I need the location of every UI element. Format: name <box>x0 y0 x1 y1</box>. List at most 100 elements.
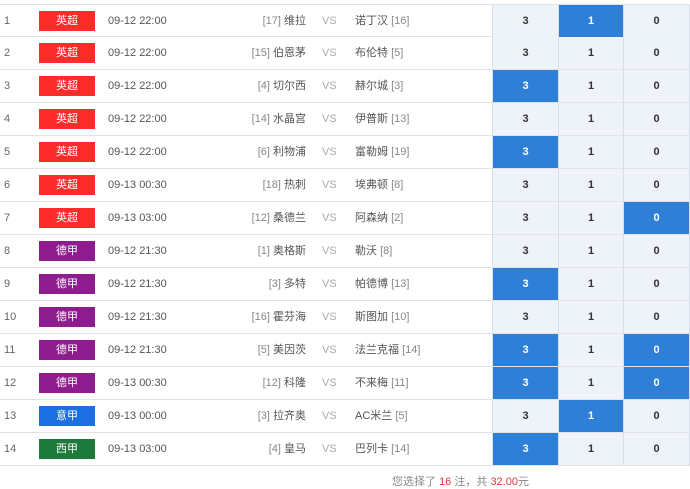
league-badge: 西甲 <box>39 439 95 459</box>
match-row: 10 德甲 09-12 21:30 [16] 霍芬海 VS 斯图加 [10] 3 1 0 <box>0 301 690 334</box>
away-rank: [14] <box>402 344 421 356</box>
match-time: 09-12 21:30 <box>108 278 167 290</box>
home-team: [3] 拉齐奥 <box>200 400 306 432</box>
league-badge: 德甲 <box>39 307 95 327</box>
home-rank: [17] <box>262 15 281 27</box>
home-rank: [12] <box>251 212 270 224</box>
option-0-button[interactable]: 0 <box>623 367 690 399</box>
option-1-button[interactable]: 1 <box>558 367 623 399</box>
away-team: 赫尔城 [3] <box>355 70 485 102</box>
option-3-button[interactable]: 3 <box>492 367 558 399</box>
away-name: 不来梅 <box>355 377 388 389</box>
option-1-button[interactable]: 1 <box>558 268 623 300</box>
option-0-button[interactable]: 0 <box>623 103 690 135</box>
away-rank: [2] <box>391 212 404 224</box>
option-0-button[interactable]: 0 <box>623 235 690 267</box>
option-0-button[interactable]: 0 <box>623 433 690 465</box>
home-team: [5] 美因茨 <box>200 334 306 366</box>
option-3-button[interactable]: 3 <box>492 334 558 366</box>
away-name: 诺丁汉 <box>355 15 388 27</box>
option-0-button[interactable]: 0 <box>623 334 690 366</box>
vs-label: VS <box>322 212 337 224</box>
option-3-button[interactable]: 3 <box>492 202 558 234</box>
option-3-button[interactable]: 3 <box>492 301 558 333</box>
option-1-button[interactable]: 1 <box>558 202 623 234</box>
vs-label: VS <box>322 113 337 125</box>
home-team: [17] 维拉 <box>200 5 306 37</box>
option-1-button[interactable]: 1 <box>558 235 623 267</box>
home-name: 伯恩茅 <box>273 47 306 59</box>
home-name: 科隆 <box>284 377 306 389</box>
league-badge: 英超 <box>39 76 95 96</box>
home-rank: [12] <box>262 377 281 389</box>
match-time: 09-13 00:30 <box>108 179 167 191</box>
away-name: 赫尔城 <box>355 80 388 92</box>
match-time: 09-13 00:00 <box>108 410 167 422</box>
option-3-button[interactable]: 3 <box>492 5 558 37</box>
match-number: 8 <box>4 245 11 257</box>
home-team: [12] 科隆 <box>200 367 306 399</box>
league-badge: 意甲 <box>39 406 95 426</box>
match-number: 1 <box>4 15 11 27</box>
option-1-button[interactable]: 1 <box>558 5 623 37</box>
option-0-button[interactable]: 0 <box>623 136 690 168</box>
option-0-button[interactable]: 0 <box>623 37 690 69</box>
away-rank: [5] <box>395 410 408 422</box>
match-row: 1 英超 09-12 22:00 [17] 维拉 VS 诺丁汉 [16] 3 1 0 <box>0 4 690 37</box>
option-3-button[interactable]: 3 <box>492 433 558 465</box>
bet-count: 16 <box>439 476 452 488</box>
away-team: 不来梅 [11] <box>355 367 485 399</box>
match-row: 7 英超 09-13 03:00 [12] 桑德兰 VS 阿森纳 [2] 3 1 0 <box>0 202 690 235</box>
home-name: 利物浦 <box>273 146 306 158</box>
option-1-button[interactable]: 1 <box>558 400 623 432</box>
option-3-button[interactable]: 3 <box>492 268 558 300</box>
match-number: 4 <box>4 113 11 125</box>
away-name: 巴列卡 <box>355 443 388 455</box>
option-1-button[interactable]: 1 <box>558 136 623 168</box>
option-1-button[interactable]: 1 <box>558 37 623 69</box>
home-team: [15] 伯恩茅 <box>200 37 306 69</box>
option-0-button[interactable]: 0 <box>623 70 690 102</box>
vs-label: VS <box>322 410 337 422</box>
match-number: 6 <box>4 179 11 191</box>
league-badge: 德甲 <box>39 340 95 360</box>
home-team: [18] 热刺 <box>200 169 306 201</box>
option-0-button[interactable]: 0 <box>623 301 690 333</box>
home-rank: [3] <box>268 278 281 290</box>
match-number: 12 <box>4 377 17 389</box>
match-time: 09-13 03:00 <box>108 443 167 455</box>
option-3-button[interactable]: 3 <box>492 400 558 432</box>
away-team: 帕德博 [13] <box>355 268 485 300</box>
away-team: 阿森纳 [2] <box>355 202 485 234</box>
option-1-button[interactable]: 1 <box>558 70 623 102</box>
match-time: 09-12 22:00 <box>108 146 167 158</box>
away-rank: [8] <box>380 245 393 257</box>
match-row: 3 英超 09-12 22:00 [4] 切尔西 VS 赫尔城 [3] 3 1 0 <box>0 70 690 103</box>
option-1-button[interactable]: 1 <box>558 103 623 135</box>
match-time: 09-12 21:30 <box>108 245 167 257</box>
option-3-button[interactable]: 3 <box>492 136 558 168</box>
option-0-button[interactable]: 0 <box>623 5 690 37</box>
option-3-button[interactable]: 3 <box>492 103 558 135</box>
option-0-button[interactable]: 0 <box>623 202 690 234</box>
option-3-button[interactable]: 3 <box>492 37 558 69</box>
option-3-button[interactable]: 3 <box>492 235 558 267</box>
match-time: 09-12 22:00 <box>108 113 167 125</box>
option-1-button[interactable]: 1 <box>558 301 623 333</box>
option-1-button[interactable]: 1 <box>558 334 623 366</box>
away-rank: [3] <box>391 80 404 92</box>
option-0-button[interactable]: 0 <box>623 169 690 201</box>
option-3-button[interactable]: 3 <box>492 169 558 201</box>
option-1-button[interactable]: 1 <box>558 433 623 465</box>
selection-summary: 您选择了 16 注，共 32.00元 <box>392 473 529 489</box>
vs-label: VS <box>322 245 337 257</box>
away-name: 富勒姆 <box>355 146 388 158</box>
option-0-button[interactable]: 0 <box>623 400 690 432</box>
home-name: 霍芬海 <box>273 311 306 323</box>
match-number: 10 <box>4 311 17 323</box>
option-1-button[interactable]: 1 <box>558 169 623 201</box>
option-0-button[interactable]: 0 <box>623 268 690 300</box>
option-3-button[interactable]: 3 <box>492 70 558 102</box>
summary-suffix: 元 <box>517 476 529 488</box>
summary-mid: 注，共 <box>451 476 491 488</box>
